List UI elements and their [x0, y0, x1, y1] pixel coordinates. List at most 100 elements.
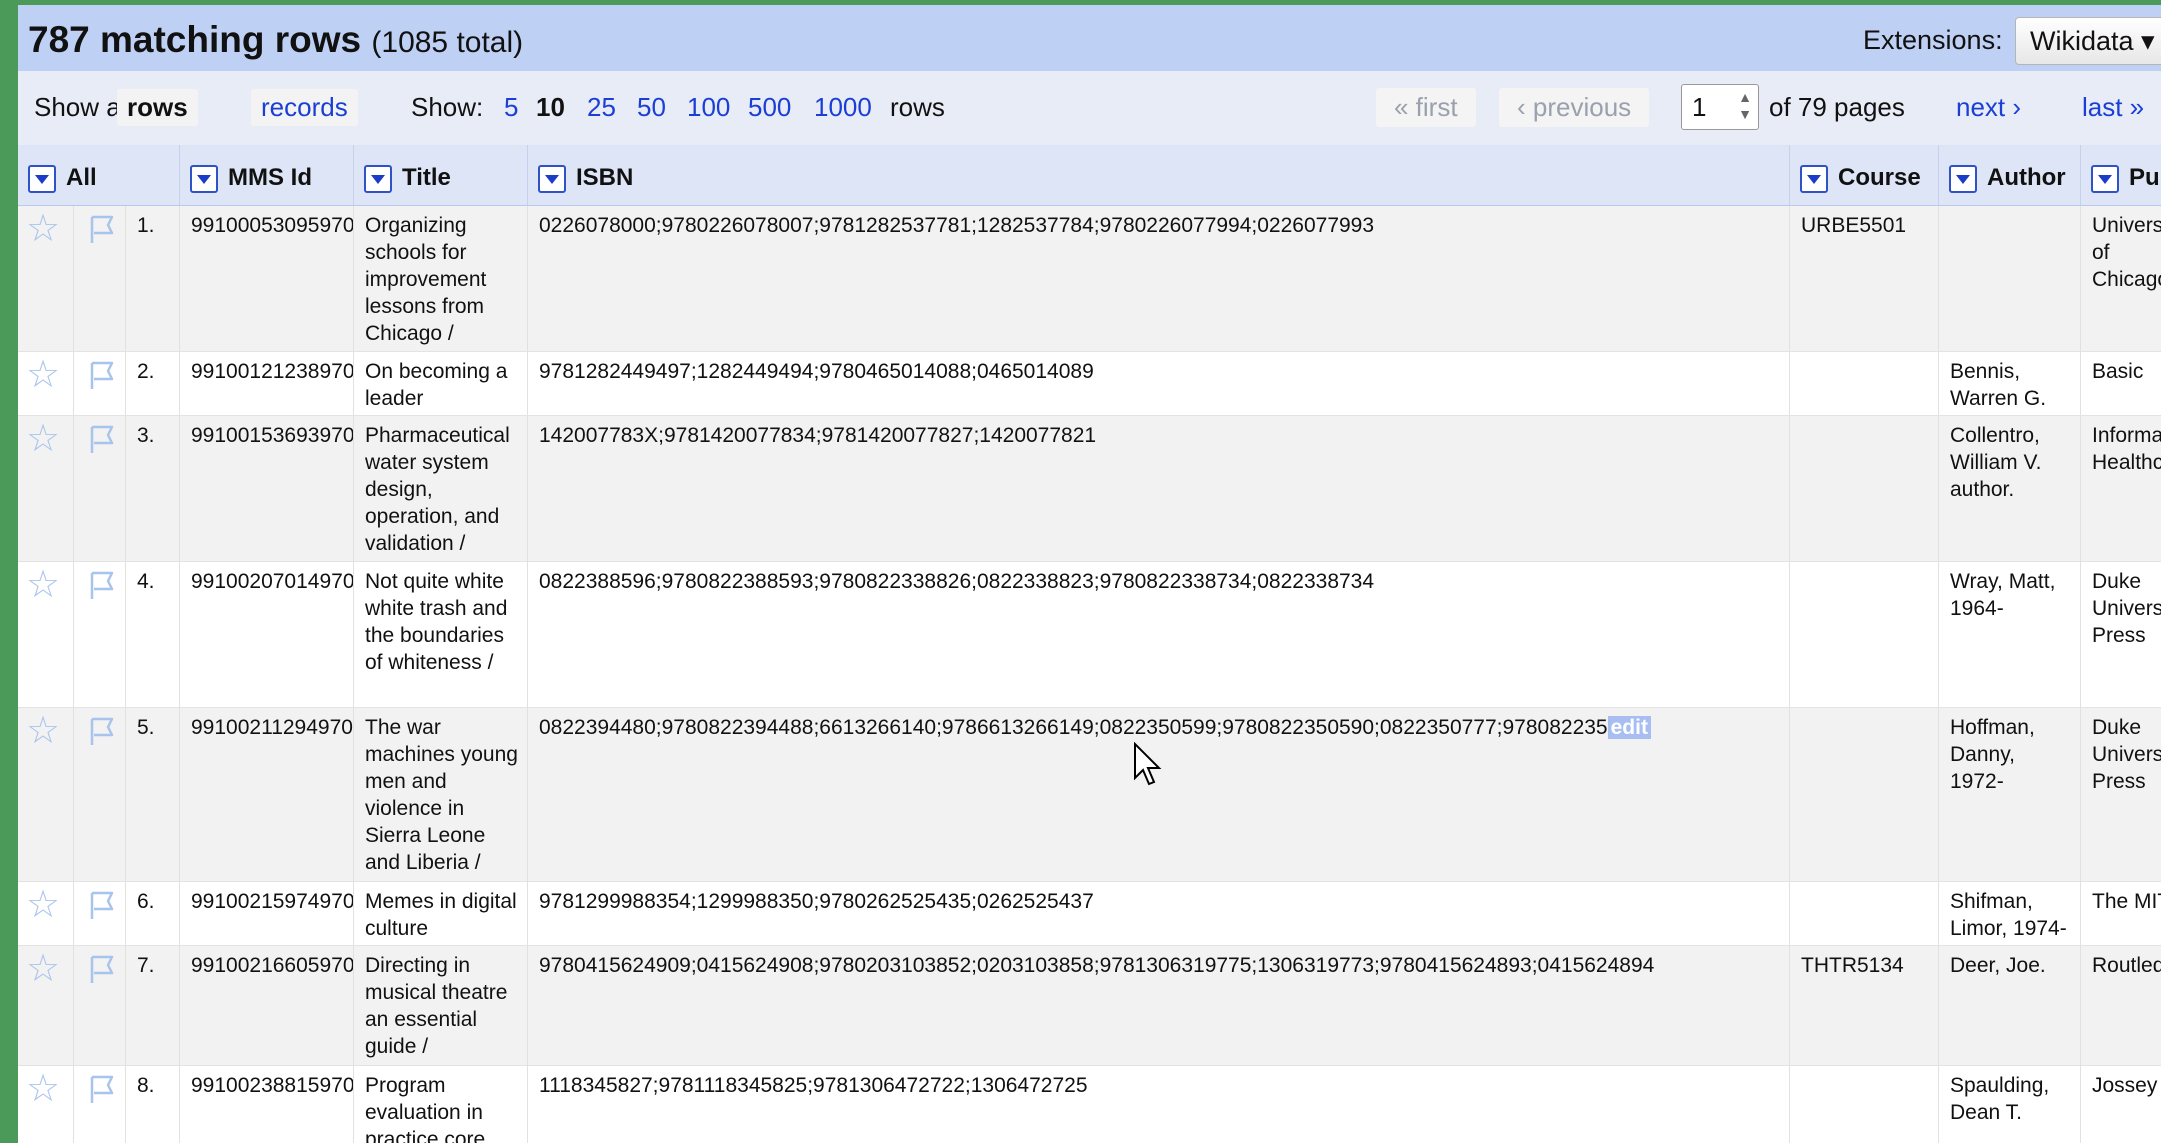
author-cell[interactable]: Bennis, Warren G. [1939, 352, 2081, 415]
star-icon[interactable]: ☆ [26, 566, 60, 604]
next-page-link[interactable]: next › [1956, 92, 2021, 123]
page-size-1000[interactable]: 1000 [814, 92, 872, 123]
mms-id-cell[interactable]: 991000530959703811 [180, 206, 354, 351]
column-header-course[interactable]: Course [1790, 145, 1939, 205]
column-menu-icon[interactable] [538, 164, 566, 193]
flag-icon[interactable] [86, 213, 116, 245]
page-number-input[interactable]: 1 ▲ ▼ [1681, 84, 1759, 130]
previous-page-button[interactable]: ‹ previous [1499, 88, 1650, 127]
mms-id-cell[interactable]: 991001536939703811 [180, 416, 354, 561]
page-spinner-icon[interactable]: ▲ ▼ [1738, 89, 1752, 123]
publisher-cell[interactable]: The MIT [2081, 882, 2161, 945]
title-cell-text: On becoming a leader [365, 360, 508, 410]
isbn-cell[interactable]: 0226078000;9780226078007;9781282537781;1… [528, 206, 1790, 351]
course-cell[interactable] [1790, 562, 1939, 707]
publisher-cell[interactable]: Duke University Press [2081, 562, 2161, 707]
title-cell[interactable]: The war machines young men and violence … [354, 708, 528, 881]
column-header-title[interactable]: Title [354, 145, 528, 205]
publisher-cell[interactable]: Informa Healthcare [2081, 416, 2161, 561]
course-cell[interactable] [1790, 708, 1939, 881]
column-header-isbn[interactable]: ISBN [528, 145, 1790, 205]
flag-icon[interactable] [86, 889, 116, 921]
publisher-cell-text: Informa Healthcare [2092, 424, 2161, 474]
star-icon[interactable]: ☆ [26, 712, 60, 750]
course-cell[interactable] [1790, 1066, 1939, 1143]
column-menu-icon[interactable] [28, 164, 56, 193]
mms-id-cell[interactable]: 991002159749703811 [180, 882, 354, 945]
last-page-link[interactable]: last » [2082, 92, 2144, 123]
author-cell[interactable]: Hoffman, Danny, 1972- [1939, 708, 2081, 881]
column-menu-icon[interactable] [364, 164, 392, 193]
records-mode-button[interactable]: records [251, 89, 358, 126]
course-cell[interactable]: THTR5134 [1790, 946, 1939, 1065]
author-cell[interactable] [1939, 206, 2081, 351]
rows-mode-button[interactable]: rows [117, 89, 198, 126]
author-cell[interactable]: Wray, Matt, 1964- [1939, 562, 2081, 707]
course-cell[interactable]: URBE5501 [1790, 206, 1939, 351]
flag-icon[interactable] [86, 715, 116, 747]
title-cell[interactable]: Pharmaceutical water system design, oper… [354, 416, 528, 561]
row-number: 3. [126, 416, 180, 561]
isbn-cell[interactable]: 142007783X;9781420077834;9781420077827;1… [528, 416, 1790, 561]
mms-id-cell[interactable]: 991002112949703811 [180, 708, 354, 881]
flag-icon[interactable] [86, 953, 116, 985]
publisher-cell[interactable]: Basic [2081, 352, 2161, 415]
author-cell[interactable]: Spaulding, Dean T. [1939, 1066, 2081, 1143]
column-menu-icon[interactable] [190, 164, 218, 193]
column-header-all[interactable]: All [18, 145, 180, 205]
mms-id-cell[interactable]: 991001212389703811 [180, 352, 354, 415]
first-page-button[interactable]: « first [1376, 88, 1476, 127]
title-cell[interactable]: On becoming a leader [354, 352, 528, 415]
star-icon[interactable]: ☆ [26, 210, 60, 248]
course-cell[interactable] [1790, 416, 1939, 561]
isbn-cell[interactable]: 0822394480;9780822394488;6613266140;9786… [528, 708, 1790, 881]
page-size-100[interactable]: 100 [687, 92, 730, 123]
isbn-cell[interactable]: 9781282449497;1282449494;9780465014088;0… [528, 352, 1790, 415]
mms-id-cell[interactable]: 991002388159703811 [180, 1066, 354, 1143]
isbn-cell[interactable]: 1118345827;9781118345825;9781306472722;1… [528, 1066, 1790, 1143]
page-size-500[interactable]: 500 [748, 92, 791, 123]
page-size-50[interactable]: 50 [637, 92, 666, 123]
title-cell[interactable]: Memes in digital culture [354, 882, 528, 945]
flag-icon[interactable] [86, 1073, 116, 1105]
column-menu-icon[interactable] [2091, 164, 2119, 193]
flag-icon[interactable] [86, 359, 116, 391]
edit-cell-button[interactable]: edit [1607, 716, 1651, 739]
title-cell[interactable]: Program evaluation in practice core [354, 1066, 528, 1143]
course-cell[interactable] [1790, 352, 1939, 415]
extensions-dropdown[interactable]: Wikidata ▾ [2015, 17, 2161, 65]
isbn-cell[interactable]: 9781299988354;1299988350;9780262525435;0… [528, 882, 1790, 945]
mms-id-cell[interactable]: 991002070149703811 [180, 562, 354, 707]
page-size-5[interactable]: 5 [504, 92, 518, 123]
star-icon[interactable]: ☆ [26, 1070, 60, 1108]
author-cell[interactable]: Shifman, Limor, 1974- [1939, 882, 2081, 945]
author-cell[interactable]: Collentro, William V. author. [1939, 416, 2081, 561]
page-size-10[interactable]: 10 [536, 92, 565, 123]
column-header-mms-id[interactable]: MMS Id [180, 145, 354, 205]
isbn-cell[interactable]: 0822388596;9780822388593;9780822338826;0… [528, 562, 1790, 707]
mms-id-cell[interactable]: 991002166059703811 [180, 946, 354, 1065]
publisher-cell[interactable]: University of Chicago [2081, 206, 2161, 351]
page-size-25[interactable]: 25 [587, 92, 616, 123]
flag-icon[interactable] [86, 423, 116, 455]
column-menu-icon[interactable] [1800, 164, 1828, 193]
publisher-cell[interactable]: Jossey [2081, 1066, 2161, 1143]
isbn-cell[interactable]: 9780415624909;0415624908;9780203103852;0… [528, 946, 1790, 1065]
column-header-publisher[interactable]: Pu [2081, 145, 2161, 205]
author-cell[interactable]: Deer, Joe. [1939, 946, 2081, 1065]
publisher-cell[interactable]: Routledge [2081, 946, 2161, 1065]
column-header-author[interactable]: Author [1939, 145, 2081, 205]
mms-id-cell-text: 991002159749703811 [191, 890, 354, 913]
star-icon[interactable]: ☆ [26, 886, 60, 924]
star-icon[interactable]: ☆ [26, 950, 60, 988]
flag-icon[interactable] [86, 569, 116, 601]
column-menu-icon[interactable] [1949, 164, 1977, 193]
title-cell[interactable]: Organizing schools for improvement lesso… [354, 206, 528, 351]
star-icon[interactable]: ☆ [26, 420, 60, 458]
course-cell[interactable] [1790, 882, 1939, 945]
title-cell[interactable]: Not quite white white trash and the boun… [354, 562, 528, 707]
title-cell[interactable]: Directing in musical theatre an essentia… [354, 946, 528, 1065]
star-icon[interactable]: ☆ [26, 356, 60, 394]
publisher-cell[interactable]: Duke University Press [2081, 708, 2161, 881]
mms-id-cell-text: 991001536939703811 [191, 424, 354, 447]
